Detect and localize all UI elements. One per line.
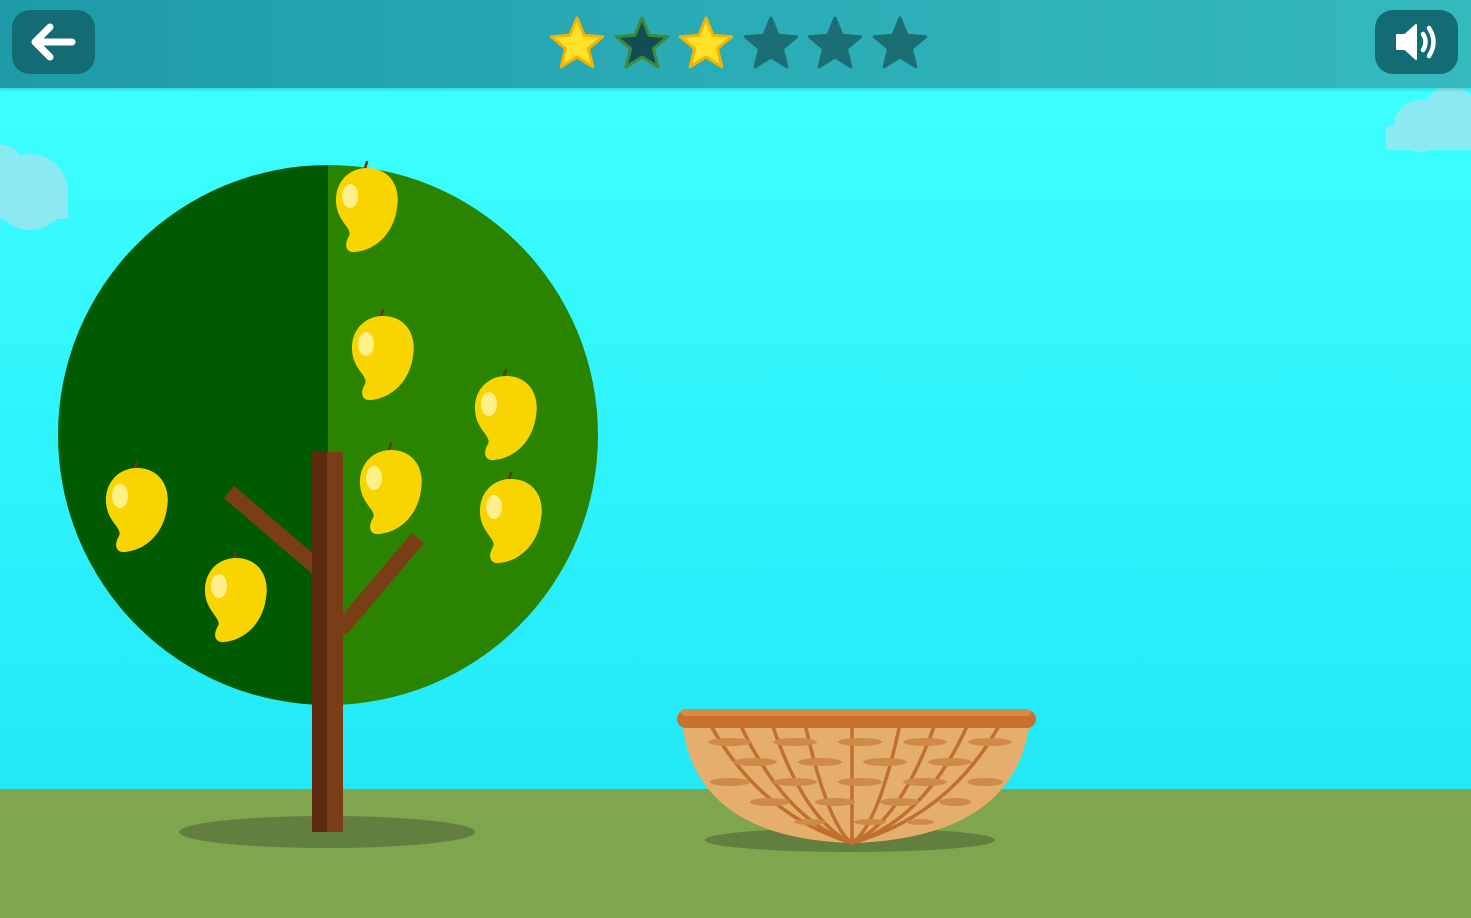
back-button[interactable]: Back (12, 10, 95, 74)
star-progress (549, 15, 929, 75)
speaker-icon (1396, 24, 1436, 60)
top-bar: Back Sound (0, 0, 1471, 88)
star-icon (614, 16, 669, 69)
star-icon (743, 16, 798, 69)
star-icon (678, 16, 734, 69)
sound-button[interactable]: Sound (1375, 10, 1458, 74)
game-scene (0, 86, 1471, 918)
star-icon (807, 16, 863, 69)
star-icon (549, 16, 605, 69)
arrow-left-icon (31, 23, 76, 61)
star-icon (872, 16, 927, 69)
